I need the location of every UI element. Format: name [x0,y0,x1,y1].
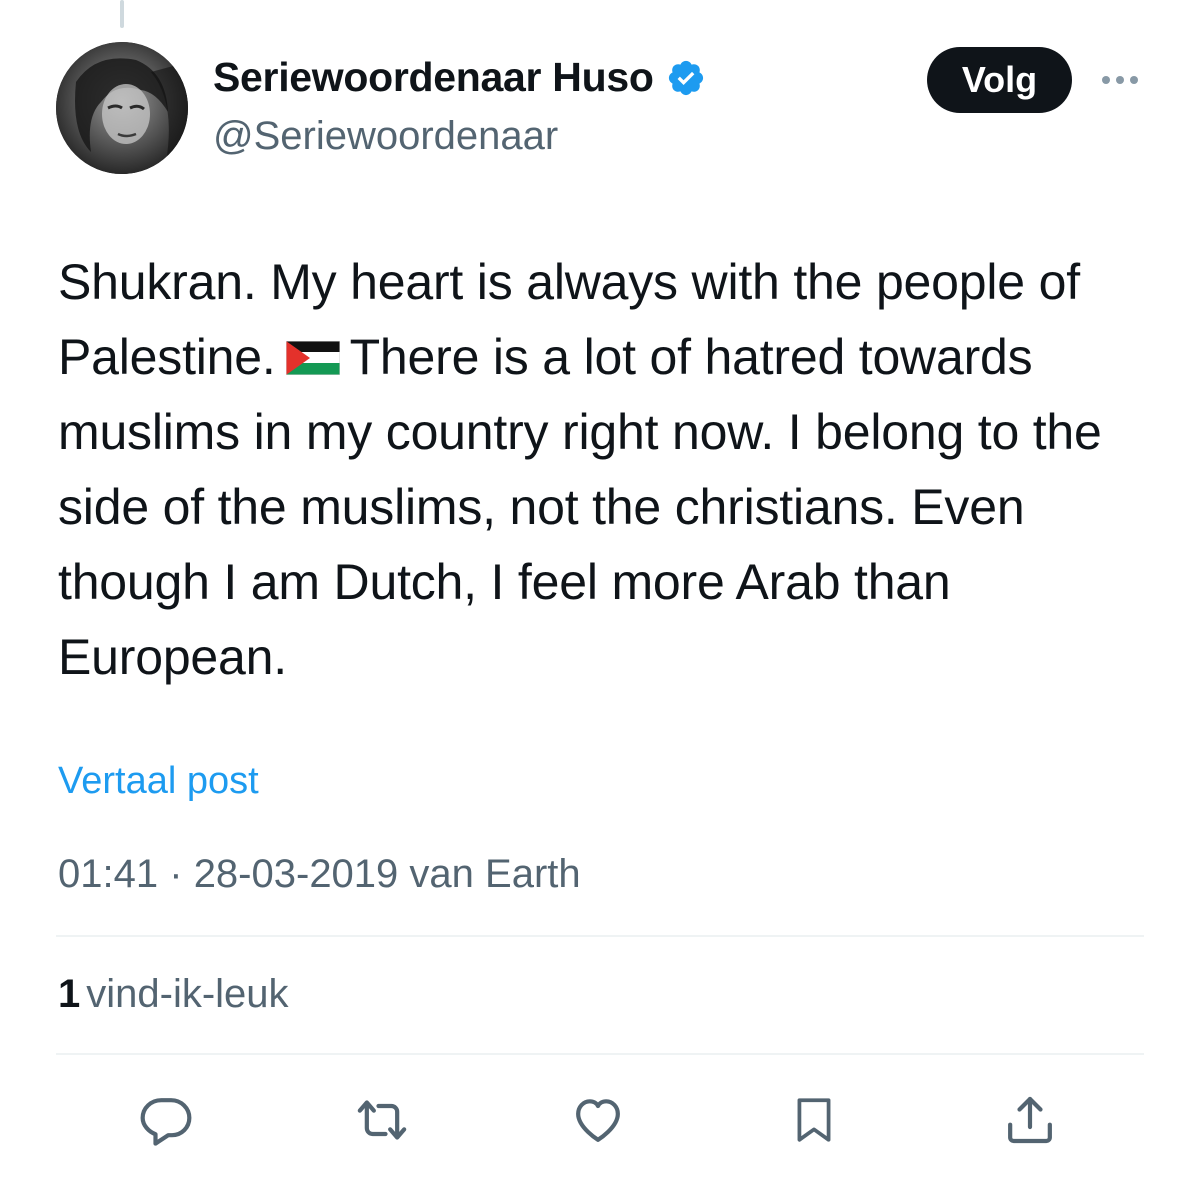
likes-summary[interactable]: 1 vind-ik-leuk [58,972,289,1017]
likes-count: 1 [58,972,81,1016]
divider [56,1053,1144,1055]
post-time[interactable]: 01:41 [58,852,158,896]
heart-icon [576,1099,620,1142]
meta-separator: · [169,852,183,896]
post-date[interactable]: 28-03-2019 [194,852,399,896]
like-button[interactable] [568,1090,628,1150]
divider [56,935,1144,937]
tweet-line: muslims in my country right now. I belon… [58,404,1102,460]
tweet-text: Shukran. My heart is always with the peo… [58,245,1158,695]
repost-button[interactable] [352,1090,412,1150]
post-source: van Earth [409,852,581,896]
thread-connector-line [120,0,124,28]
likes-label: vind-ik-leuk [86,972,289,1016]
bookmark-icon [797,1098,831,1142]
translate-post-link[interactable]: Vertaal post [58,760,259,803]
bookmark-button[interactable] [784,1090,844,1150]
post-metadata: 01:41 · 28-03-2019 van Earth [58,852,581,897]
share-icon [1008,1096,1052,1144]
more-horizontal-icon[interactable] [1098,62,1142,98]
follow-button[interactable]: Volg [927,47,1072,113]
tweet-line: Palestine. [58,329,276,385]
display-name[interactable]: Seriewoordenaar Huso [213,54,654,101]
reply-icon [140,1098,192,1146]
reply-button[interactable] [136,1090,196,1150]
tweet-line: Shukran. My heart is always with the peo… [58,254,1080,310]
tweet-line: though I am Dutch, I feel more Arab than [58,554,951,610]
share-button[interactable] [1000,1090,1060,1150]
author-handle[interactable]: @Seriewoordenaar [213,114,558,159]
palestine-flag-icon [285,340,340,375]
tweet-line: There is a lot of hatred towards [349,329,1033,385]
verified-badge-icon[interactable] [666,58,706,98]
tweet-line: European. [58,629,287,685]
repost-icon [357,1100,407,1140]
author-name-row[interactable]: Seriewoordenaar Huso [213,54,706,101]
tweet-line: side of the muslims, not the christians.… [58,479,1025,535]
tweet-line-with-flag: Palestine. There is a lot of hatred towa… [58,320,1158,395]
avatar[interactable] [56,42,188,174]
